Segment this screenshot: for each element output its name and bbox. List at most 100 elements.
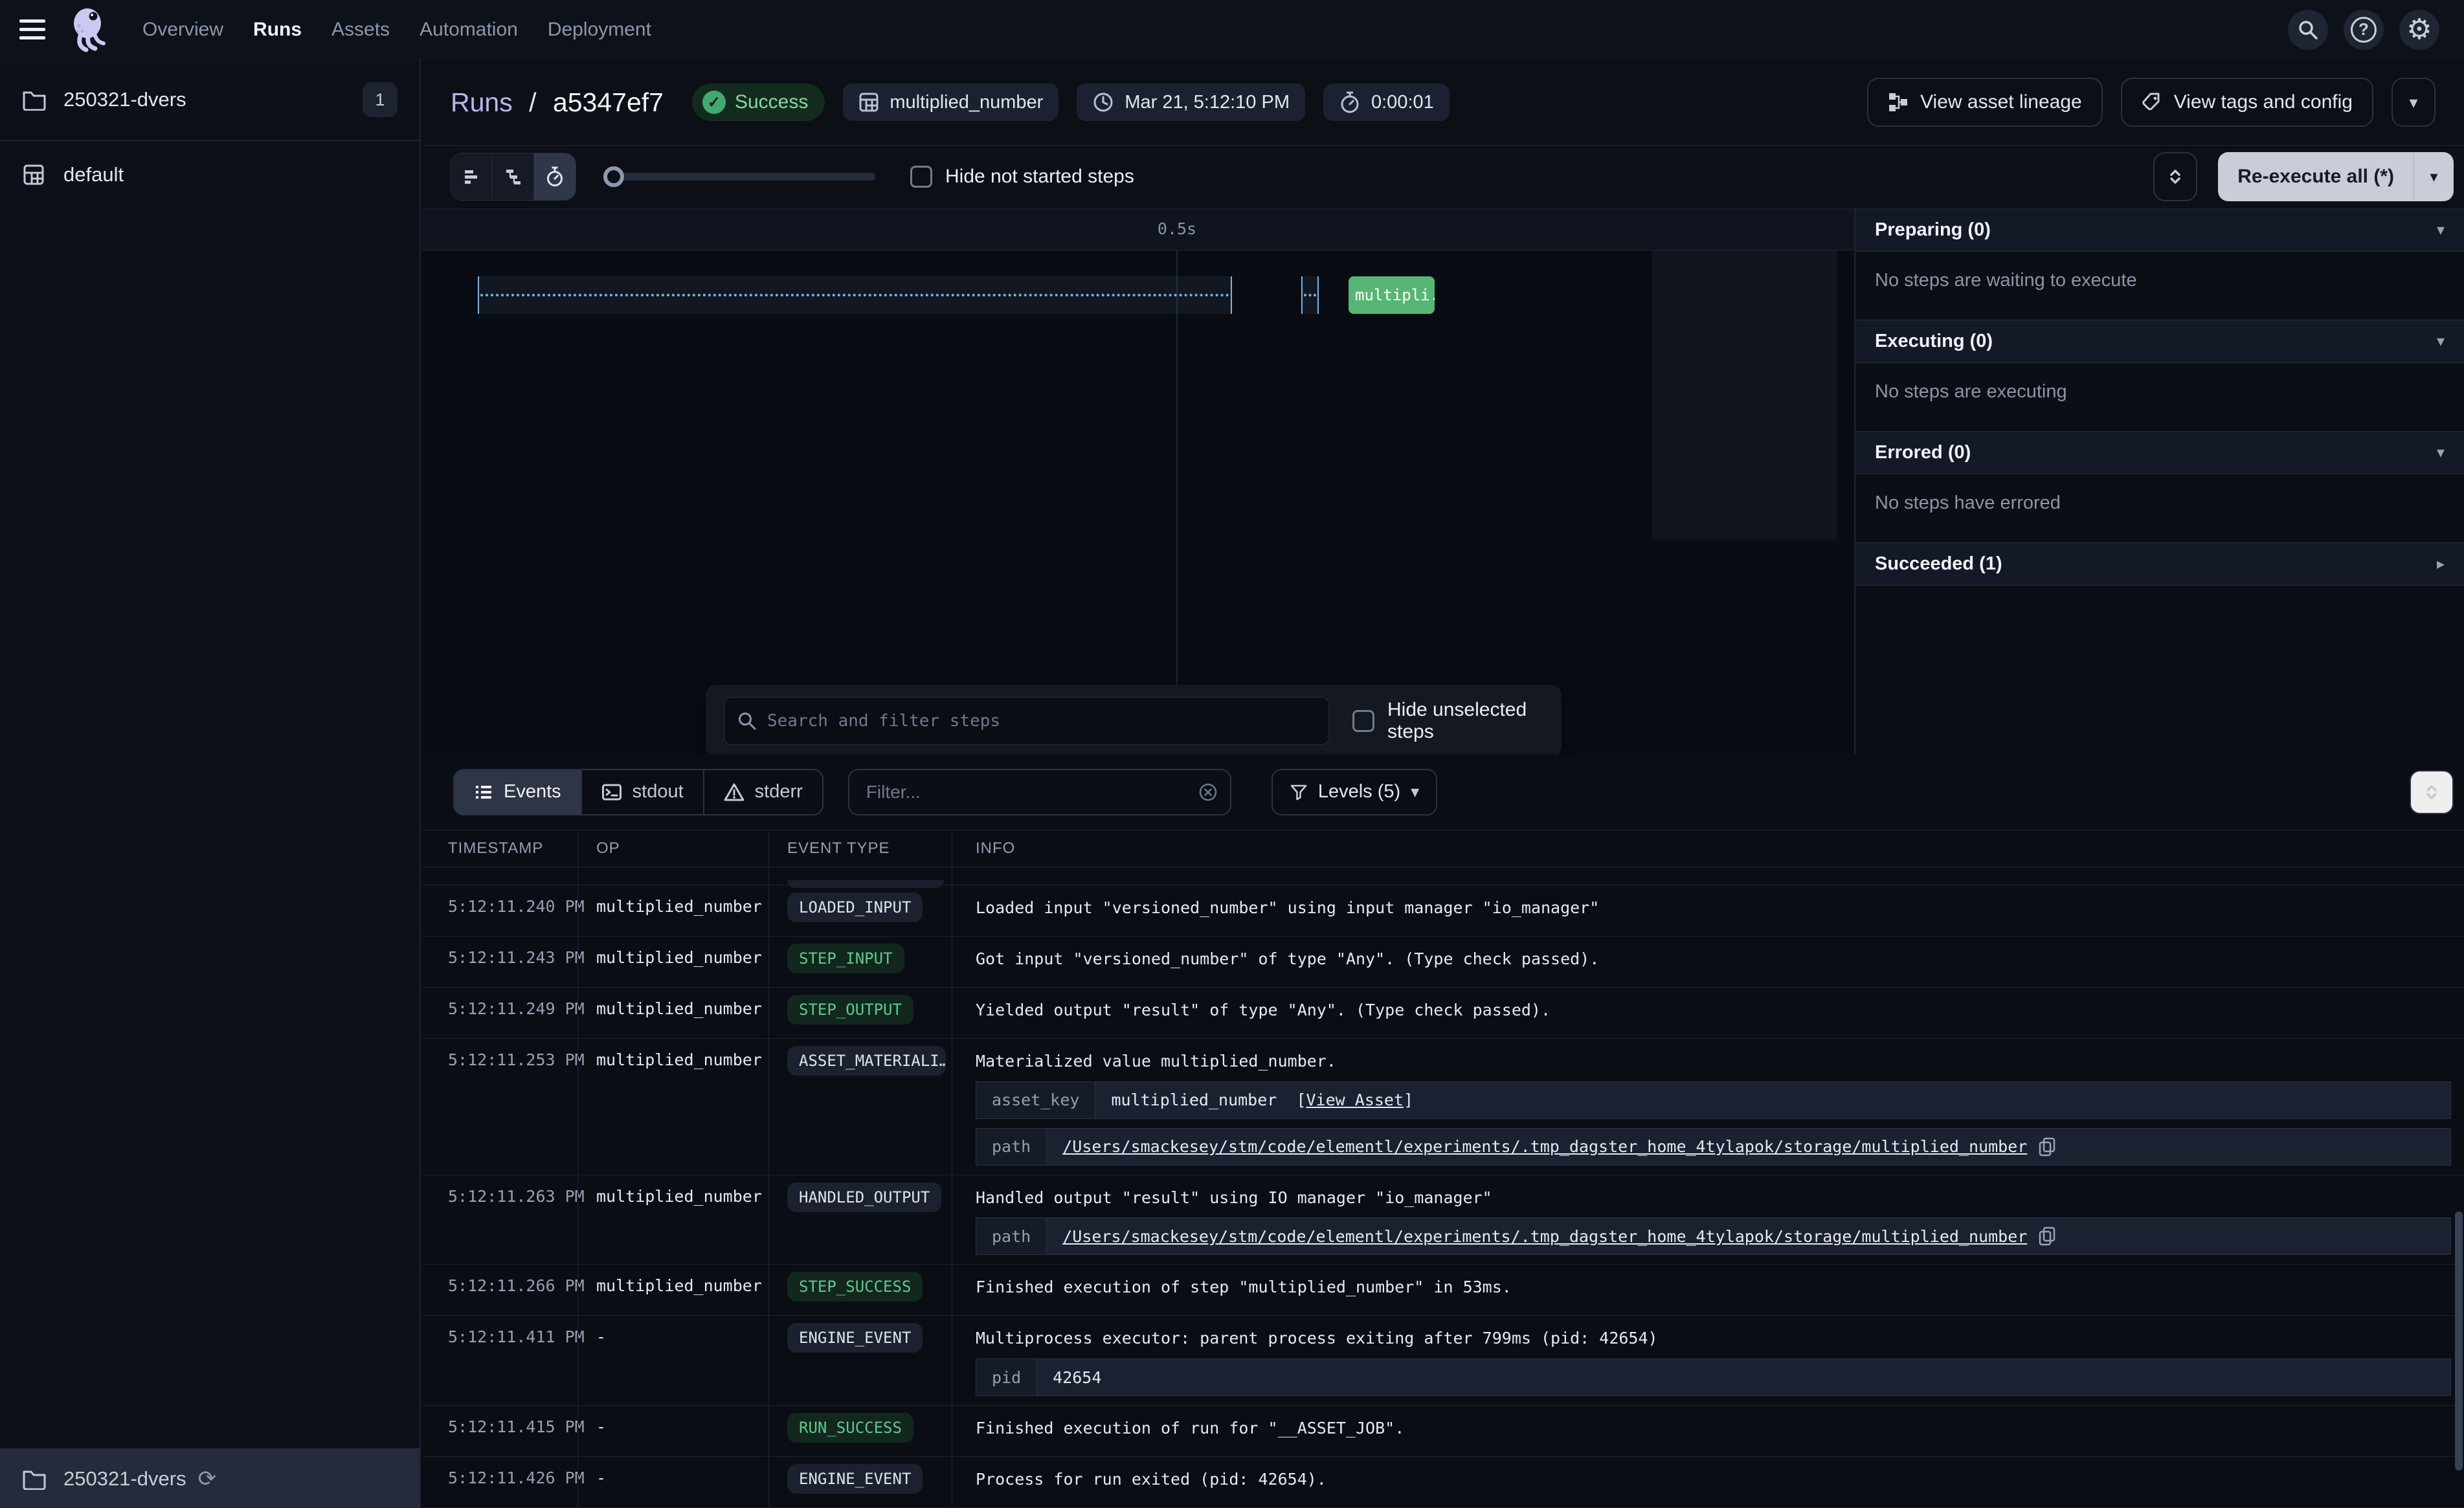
- event-type-cell: RUN_SUCCESS: [768, 1406, 952, 1456]
- step-search-input[interactable]: [724, 697, 1329, 745]
- expand-vertical-icon: [2421, 782, 2442, 803]
- nav-item-deployment[interactable]: Deployment: [548, 19, 651, 41]
- reexecute-all-button[interactable]: Re-execute all (*): [2218, 152, 2414, 201]
- path-link[interactable]: /Users/smackesey/stm/code/elementl/exper…: [1062, 1227, 2027, 1246]
- metadata-value: 42654: [1037, 1359, 1117, 1395]
- clear-filter-icon[interactable]: [1198, 782, 1218, 803]
- tab-events[interactable]: Events: [454, 770, 582, 814]
- event-row[interactable]: 5:12:11.426 PM-ENGINE_EVENTProcess for r…: [422, 1457, 2464, 1508]
- hide-not-started-checkbox-row[interactable]: Hide not started steps: [910, 166, 1134, 188]
- event-row[interactable]: 5:12:11.253 PMmultiplied_number ASSET_MAT…: [422, 1039, 2464, 1175]
- event-timestamp: 5:12:11.240 PM: [422, 885, 577, 936]
- event-info-text: Materialized value multiplied_number.: [976, 1050, 2451, 1072]
- hide-not-started-checkbox[interactable]: [910, 166, 932, 188]
- nav-item-automation[interactable]: Automation: [420, 19, 518, 41]
- nav-item-runs[interactable]: Runs: [253, 19, 302, 41]
- step-waiting-bar-segment: [1301, 276, 1319, 314]
- help-button[interactable]: ?: [2344, 10, 2384, 50]
- metadata-text: 42654: [1053, 1368, 1101, 1387]
- event-row[interactable]: 5:12:11.249 PMmultiplied_numberSTEP_OUTP…: [422, 988, 2464, 1039]
- view-mode-timed-button[interactable]: [534, 153, 576, 200]
- event-row-partial: [422, 867, 2464, 885]
- log-scrollbar[interactable]: [2455, 1212, 2463, 1470]
- event-timestamp: 5:12:11.253 PM: [422, 1039, 577, 1175]
- slider-handle[interactable]: [603, 166, 624, 187]
- log-filter-input[interactable]: [848, 769, 1231, 815]
- gantt-search-overlay: Hide unselected steps: [706, 685, 1562, 755]
- path-link[interactable]: /Users/smackesey/stm/code/elementl/exper…: [1062, 1137, 2027, 1156]
- header-more-actions-button[interactable]: ▾: [2391, 78, 2436, 127]
- log-filter: [848, 769, 1231, 815]
- tab-stderr[interactable]: stderr: [704, 770, 822, 814]
- nav-item-assets[interactable]: Assets: [331, 19, 390, 41]
- step-status-panel: Preparing (0) ▾ No steps are waiting to …: [1854, 209, 2464, 755]
- sidebar-footer[interactable]: 250321-dvers ⟳: [0, 1448, 420, 1508]
- event-type-cell: STEP_OUTPUT: [768, 988, 952, 1038]
- dagster-logo-icon[interactable]: [67, 5, 113, 55]
- hide-unselected-checkbox[interactable]: [1352, 710, 1374, 732]
- section-errored[interactable]: Errored (0) ▾: [1855, 432, 2464, 474]
- hide-unselected-checkbox-row[interactable]: Hide unselected steps: [1352, 699, 1543, 743]
- partial-badge: [787, 880, 944, 888]
- event-type-badge: ASSET_MATERIALI…: [787, 1046, 946, 1076]
- sidebar-item-project[interactable]: 250321-dvers 1: [0, 60, 420, 141]
- event-type-badge: STEP_INPUT: [787, 944, 904, 973]
- stopwatch-icon: [1339, 91, 1361, 114]
- gantt-step-box[interactable]: multipli..: [1349, 276, 1435, 314]
- metadata-row: asset_keymultiplied_number [View Asset]: [976, 1081, 2451, 1119]
- gantt-zoom-slider[interactable]: [603, 166, 875, 187]
- gear-icon: ⚙: [2406, 16, 2432, 44]
- hamburger-menu-icon[interactable]: [19, 17, 50, 43]
- run-datetime-pill: Mar 21, 5:12:10 PM: [1077, 83, 1305, 121]
- tab-stdout[interactable]: stdout: [582, 770, 704, 814]
- breadcrumb-runs-link[interactable]: Runs: [451, 87, 513, 117]
- search-button[interactable]: [2288, 10, 2328, 50]
- column-header-info: INFO: [952, 830, 2464, 867]
- event-table-header: TIMESTAMP OP EVENT TYPE INFO: [422, 830, 2464, 867]
- view-asset-link[interactable]: View Asset: [1306, 1091, 1404, 1109]
- event-row[interactable]: 5:12:11.263 PMmultiplied_numberHANDLED_O…: [422, 1175, 2464, 1265]
- terminal-icon: [601, 782, 622, 802]
- section-preparing[interactable]: Preparing (0) ▾: [1855, 209, 2464, 252]
- view-tags-config-button[interactable]: View tags and config: [2121, 78, 2373, 127]
- dagster-app: Overview Runs Assets Automation Deployme…: [0, 0, 2464, 1508]
- gantt-chart: multipli.. Hide unselected steps: [422, 250, 1854, 755]
- levels-dropdown-button[interactable]: Levels (5) ▾: [1271, 769, 1437, 815]
- tab-stderr-label: stderr: [755, 781, 803, 803]
- search-icon: [737, 711, 757, 731]
- reexecute-dropdown-button[interactable]: ▾: [2414, 152, 2454, 201]
- section-title: Errored (0): [1875, 442, 1971, 463]
- metadata-label: asset_key: [976, 1082, 1095, 1118]
- folder-icon: [22, 1466, 48, 1492]
- settings-button[interactable]: ⚙: [2399, 10, 2439, 50]
- event-info-text: Got input "versioned_number" of type "An…: [976, 948, 2451, 970]
- event-info-text: Finished execution of run for "__ASSET_J…: [976, 1417, 2451, 1439]
- copy-icon[interactable]: [2039, 1226, 2055, 1246]
- column-header-event-type: EVENT TYPE: [768, 830, 952, 867]
- expand-log-button[interactable]: [2410, 770, 2454, 814]
- view-mode-waterfall-button[interactable]: [493, 153, 534, 200]
- event-row[interactable]: 5:12:11.266 PMmultiplied_numberSTEP_SUCC…: [422, 1265, 2464, 1316]
- run-status-badge: ✓ Success: [692, 83, 825, 121]
- chevron-down-icon: ▾: [2409, 93, 2417, 113]
- event-row[interactable]: 5:12:11.411 PM-ENGINE_EVENTMultiprocess …: [422, 1316, 2464, 1406]
- sidebar-item-default[interactable]: default: [0, 141, 420, 208]
- event-row[interactable]: 5:12:11.243 PMmultiplied_numberSTEP_INPU…: [422, 937, 2464, 988]
- event-row[interactable]: 5:12:11.415 PM-RUN_SUCCESSFinished execu…: [422, 1406, 2464, 1457]
- section-executing[interactable]: Executing (0) ▾: [1855, 320, 2464, 363]
- nav-item-overview[interactable]: Overview: [142, 19, 223, 41]
- copy-icon[interactable]: [2039, 1137, 2055, 1157]
- view-mode-flat-button[interactable]: [451, 153, 493, 200]
- event-op: multiplied_number: [577, 1039, 768, 1175]
- job-name-pill[interactable]: multiplied_number: [843, 83, 1058, 121]
- check-icon: ✓: [702, 91, 726, 114]
- tag-icon: [2142, 92, 2162, 113]
- event-type-badge: RUN_SUCCESS: [787, 1413, 913, 1443]
- expand-gantt-button[interactable]: [2153, 152, 2197, 201]
- event-row[interactable]: 5:12:11.240 PMmultiplied_numberLOADED_IN…: [422, 885, 2464, 937]
- chevron-down-icon: ▾: [2437, 221, 2445, 239]
- section-succeeded[interactable]: Succeeded (1) ▸: [1855, 543, 2464, 586]
- reload-icon[interactable]: ⟳: [198, 1466, 217, 1492]
- view-asset-lineage-button[interactable]: View asset lineage: [1867, 78, 2103, 127]
- event-info-cell: Multiprocess executor: parent process ex…: [952, 1316, 2464, 1405]
